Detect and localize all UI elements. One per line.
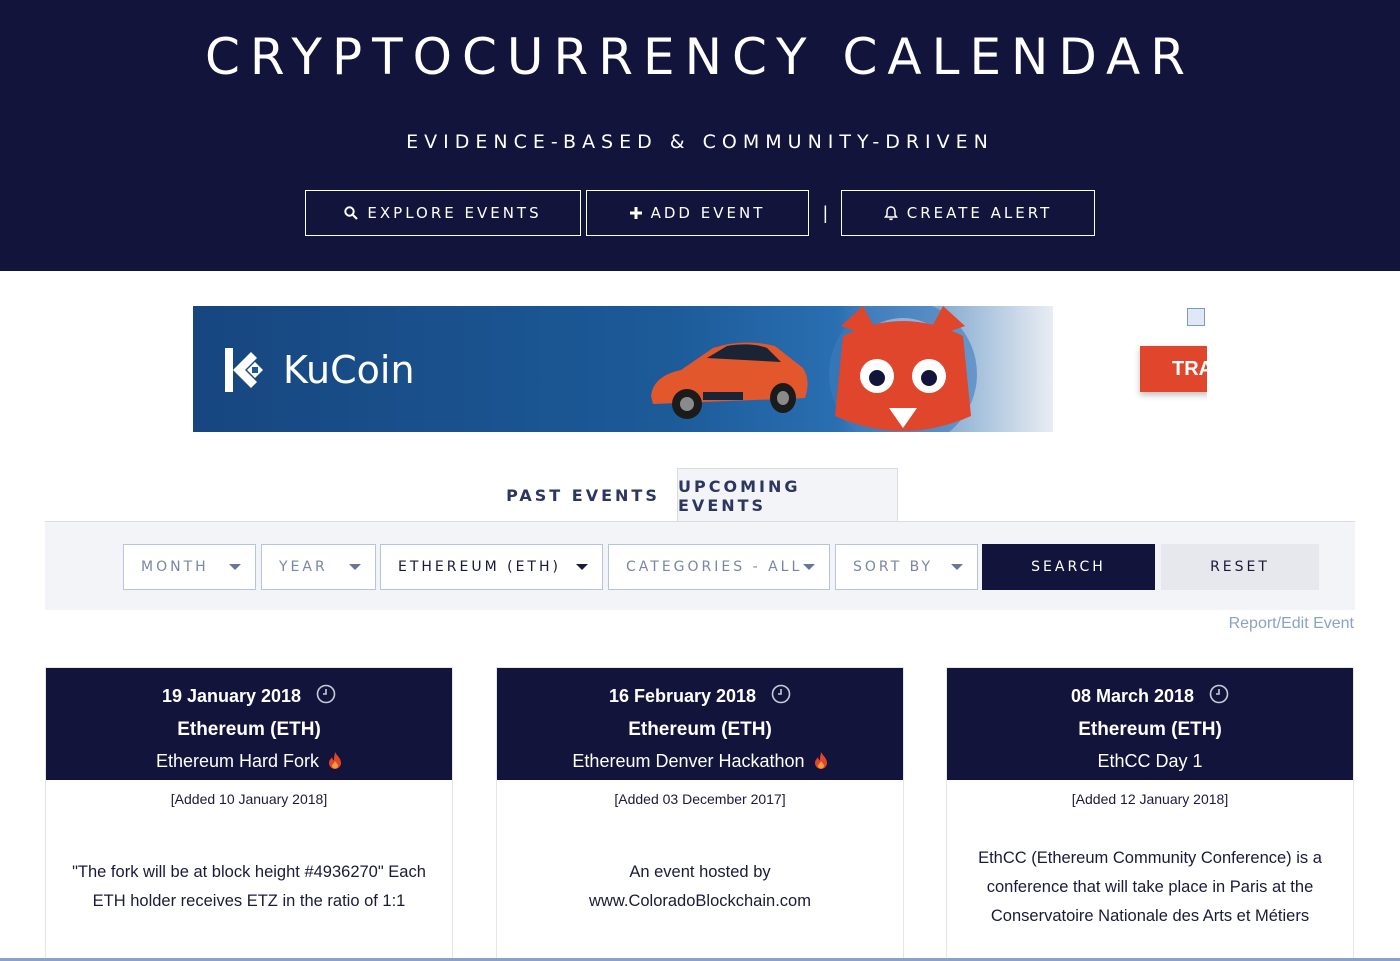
ad-cta-button[interactable]: TRA [1140,346,1207,392]
car-image-icon [651,342,808,419]
report-edit-event-link[interactable]: Report/Edit Event [1229,615,1354,633]
event-title-row[interactable]: Ethereum Denver Hackathon [497,751,903,772]
sort-select-value: SORT BY [853,559,934,575]
create-alert-label: CREATE ALERT [906,204,1053,222]
event-date-row: 19 January 2018 [46,684,452,707]
tab-upcoming-events[interactable]: UPCOMING EVENTS [677,468,898,522]
fire-icon [329,752,342,769]
fox-mascot-icon [829,306,977,432]
ad-choices-icon[interactable] [1187,308,1205,326]
page-subtitle: EVIDENCE-BASED & COMMUNITY-DRIVEN [406,131,994,153]
month-select[interactable]: MONTH [123,544,256,590]
chevron-down-icon [349,564,361,570]
event-date-row: 16 February 2018 [497,684,903,707]
ad-logo: KuCoin [217,342,415,398]
coin-select-value: ETHEREUM (ETH) [398,559,561,575]
categories-select[interactable]: CATEGORIES - ALL [608,544,830,590]
event-date-row: 08 March 2018 [947,684,1353,707]
bell-icon [883,205,898,220]
event-title: Ethereum Denver Hackathon [572,751,805,771]
chevron-down-icon [229,564,241,570]
event-coin: Ethereum (ETH) [628,719,772,740]
chevron-down-icon [803,564,815,570]
event-title: Ethereum Hard Fork [155,751,320,771]
event-description: "The fork will be at block height #49362… [72,863,426,910]
event-date: 16 February 2018 [608,686,757,706]
categories-select-value: CATEGORIES - ALL [626,559,803,575]
event-date: 08 March 2018 [1070,686,1195,706]
event-card-header: 19 January 2018 Ethereum (ETH) Ethereum … [46,668,452,780]
hero-header: CRYPTOCURRENCY CALENDAR EVIDENCE-BASED &… [0,0,1400,271]
search-icon [344,206,359,220]
event-card-header: 16 February 2018 Ethereum (ETH) Ethereum… [497,668,903,780]
chevron-down-icon [576,564,588,570]
search-button[interactable]: SEARCH [982,544,1155,590]
header-separator: | [823,203,828,223]
tab-past-events[interactable]: PAST EVENTS [490,468,676,522]
ad-brand: KuCoin [283,348,415,392]
event-card-header: 08 March 2018 Ethereum (ETH) EthCC Day 1 [947,668,1353,780]
clock-icon [316,684,336,704]
add-event-label: ADD EVENT [650,204,766,222]
ad-banner[interactable]: KuCoin TRA [193,306,1207,432]
chevron-down-icon [951,564,963,570]
event-title: EthCC Day 1 [1097,751,1203,771]
event-date: 19 January 2018 [161,686,302,706]
event-coin: Ethereum (ETH) [177,719,321,740]
event-description: EthCC (Ethereum Community Conference) is… [978,849,1322,925]
event-card[interactable]: 19 January 2018 Ethereum (ETH) Ethereum … [45,667,453,961]
clock-icon [771,684,791,704]
event-title-row[interactable]: Ethereum Hard Fork [46,751,452,772]
sort-select[interactable]: SORT BY [835,544,978,590]
event-added-date: [Added 10 January 2018] [170,791,328,807]
event-coin: Ethereum (ETH) [1078,719,1222,740]
plus-icon [629,207,642,219]
clock-icon [1209,684,1229,704]
kucoin-logo-icon [225,348,263,392]
event-added-date: [Added 12 January 2018] [1071,791,1229,807]
event-description: An event hosted by www.ColoradoBlockchai… [589,863,811,910]
reset-button[interactable]: RESET [1161,544,1319,590]
event-added-date: [Added 03 December 2017] [614,791,786,807]
explore-events-button[interactable]: EXPLORE EVENTS [305,190,581,236]
coin-select[interactable]: ETHEREUM (ETH) [380,544,603,590]
event-title-row[interactable]: EthCC Day 1 [947,751,1353,772]
event-card[interactable]: 08 March 2018 Ethereum (ETH) EthCC Day 1… [946,667,1354,961]
fire-icon [814,752,827,769]
month-select-value: MONTH [141,559,209,575]
explore-events-label: EXPLORE EVENTS [367,204,542,222]
event-card[interactable]: 16 February 2018 Ethereum (ETH) Ethereum… [496,667,904,961]
page-title: CRYPTOCURRENCY CALENDAR [204,28,1196,86]
create-alert-button[interactable]: CREATE ALERT [841,190,1095,236]
add-event-button[interactable]: ADD EVENT [586,190,809,236]
year-select-value: YEAR [279,559,328,575]
filter-bar: MONTH YEAR ETHEREUM (ETH) CATEGORIES - A… [45,521,1355,610]
year-select[interactable]: YEAR [261,544,376,590]
